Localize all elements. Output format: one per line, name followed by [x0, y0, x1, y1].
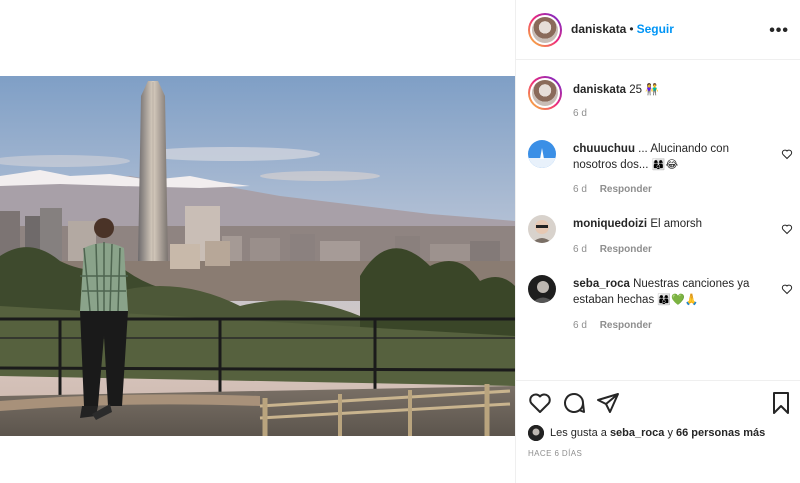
likes-prefix: Les gusta a — [550, 427, 607, 439]
comment-text: moniquedoizi El amorsh — [573, 217, 763, 232]
comment-like-icon[interactable] — [781, 223, 793, 235]
comments-list: daniskata 25 👫 6 d chuuuchuu ... Alucina… — [516, 60, 800, 380]
caption-time: 6 d — [573, 108, 587, 119]
author-line: daniskata • Seguir — [571, 22, 674, 36]
comment-text: chuuuchuu ... Alucinando con nosotros do… — [573, 142, 763, 173]
follow-button[interactable]: Seguir — [637, 22, 674, 36]
reply-button[interactable]: Responder — [600, 320, 652, 331]
caption-text: daniskata 25 👫 — [573, 82, 763, 98]
liker-avatar[interactable] — [528, 425, 544, 441]
caption-username[interactable]: daniskata — [573, 84, 626, 96]
reply-button[interactable]: Responder — [600, 184, 652, 195]
photo-image — [0, 76, 515, 436]
comment-meta: 6 d Responder — [573, 184, 652, 195]
comment-emoji: 👩‍👩‍👦💚🙏 — [657, 293, 699, 306]
comment-meta: 6 d Responder — [573, 244, 652, 255]
comment-like-icon[interactable] — [781, 148, 793, 160]
post-header: daniskata • Seguir ••• — [516, 0, 800, 60]
likes-summary: Les gusta a seba_roca y 66 personas más — [528, 425, 765, 441]
comment-time: 6 d — [573, 244, 587, 255]
post-actions: Les gusta a seba_roca y 66 personas más … — [516, 380, 800, 483]
comment-like-icon[interactable] — [781, 283, 793, 295]
more-options-icon[interactable]: ••• — [769, 22, 789, 40]
heart-icon[interactable] — [528, 391, 552, 415]
post-media-area — [0, 0, 515, 483]
author-username[interactable]: daniskata — [571, 22, 626, 36]
post-sidebar: daniskata • Seguir ••• daniskata 25 👫 6 … — [515, 0, 800, 483]
comment-item: seba_roca Nuestras canciones ya estaban … — [528, 275, 793, 335]
caption-avatar[interactable] — [528, 76, 562, 110]
separator-dot: • — [629, 22, 634, 36]
caption: daniskata 25 👫 6 d — [528, 76, 793, 126]
comment-text: seba_roca Nuestras canciones ya estaban … — [573, 277, 763, 308]
likes-joiner: y — [667, 427, 673, 439]
reply-button[interactable]: Responder — [600, 244, 652, 255]
caption-body: 25 — [629, 84, 643, 96]
bookmark-icon[interactable] — [769, 391, 793, 415]
comment-body: El amorsh — [650, 218, 703, 230]
likes-others[interactable]: 66 personas más — [676, 427, 765, 439]
comment-username[interactable]: seba_roca — [573, 278, 630, 290]
commenter-avatar[interactable] — [528, 215, 556, 243]
commenter-avatar[interactable] — [528, 140, 556, 168]
comment-icon[interactable] — [562, 391, 586, 415]
caption-emoji: 👫 — [645, 83, 659, 96]
author-avatar[interactable] — [528, 13, 562, 47]
comment-username[interactable]: chuuuchuu — [573, 143, 635, 155]
post-photo[interactable] — [0, 76, 515, 436]
comment-emoji: 👩‍👩‍👦😂 — [651, 158, 679, 171]
post-date[interactable]: HACE 6 DÍAS — [528, 449, 582, 458]
comment-username[interactable]: moniquedoizi — [573, 218, 647, 230]
likes-user[interactable]: seba_roca — [610, 427, 664, 439]
comment-meta: 6 d Responder — [573, 320, 652, 331]
comment-item: moniquedoizi El amorsh 6 d Responder — [528, 215, 793, 260]
comment-time: 6 d — [573, 320, 587, 331]
commenter-avatar[interactable] — [528, 275, 556, 303]
comment-time: 6 d — [573, 184, 587, 195]
share-icon[interactable] — [596, 391, 620, 415]
comment-item: chuuuchuu ... Alucinando con nosotros do… — [528, 140, 793, 200]
